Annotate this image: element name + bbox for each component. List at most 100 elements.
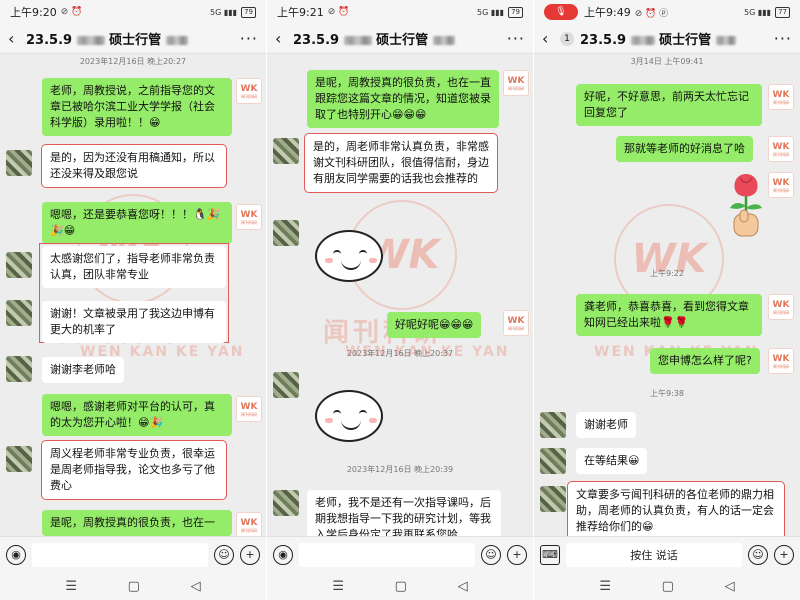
message-received[interactable]: 是的，周老师非常认真负责，非常感谢文刊科研团队，很值得信耐，身边有朋友同学需要的…	[304, 133, 498, 193]
message-sent[interactable]: 是呢，周教授真的很负责，也在一	[42, 510, 232, 536]
emoji-icon[interactable]: ☺	[748, 544, 768, 565]
back-arrow-icon[interactable]: ‹	[8, 29, 26, 48]
smiley-sticker[interactable]	[315, 390, 383, 442]
hold-to-talk-button[interactable]: 按住 说话	[566, 542, 742, 567]
message-input[interactable]	[299, 542, 475, 567]
chat-title: 23.5.9 硕士行管	[580, 29, 736, 48]
message-received[interactable]: 谢谢！文章被录用了我这边申博有更大的机率了	[42, 301, 226, 343]
message-sent[interactable]: 嗯嗯，还是要恭喜您呀！！！🐧🎉🎉😁	[42, 202, 232, 244]
message-sent[interactable]: 好呢，不好意思，前两天太忙忘记回复您了	[576, 84, 762, 126]
system-nav-bar: ☰ ▢ ◁	[534, 572, 800, 600]
timestamp: 上午9:22	[650, 269, 684, 278]
menu-icon[interactable]: ☰	[332, 579, 344, 594]
avatar-brand: WK 闻刊科研	[236, 204, 262, 230]
message-received[interactable]: 周义程老师非常专业负责，很幸运是周老师指导我，论文也多亏了他费心	[41, 440, 227, 500]
battery-icon: 79	[241, 6, 256, 18]
chat-header: ‹ 1 23.5.9 硕士行管 ···	[534, 24, 800, 54]
title-suffix: 硕士行管	[376, 33, 429, 48]
message-received[interactable]: 文章要多亏闻刊科研的各位老师的鼎力相助，周老师的认真负责，有人的话一定会推荐给你…	[567, 481, 785, 536]
message-received[interactable]: 谢谢老师	[576, 412, 636, 438]
message-sent[interactable]: 是呢，周教授真的很负责，也在一直跟踪您这篇文章的情况，知道您被录取了也特别开心😁…	[307, 70, 499, 128]
rose-sticker[interactable]	[718, 168, 774, 248]
chat-area[interactable]: WK 闻刊科研 WEN KAN KE YAN 是呢，周教授真的很负责，也在一直跟…	[267, 54, 533, 536]
back-icon[interactable]: ◁	[725, 579, 735, 594]
back-arrow-icon[interactable]: ‹	[275, 29, 293, 48]
redacted-blur	[76, 36, 105, 45]
chat-title: 23.5.9 硕士行管	[26, 29, 188, 48]
voice-icon[interactable]: ◉	[6, 544, 26, 565]
message-sent[interactable]: 老师，周教授说，之前指导您的文章已被哈尔滨工业大学学报（社会科学版）录用啦！！😁	[42, 78, 232, 136]
home-icon[interactable]: ▢	[662, 579, 674, 594]
message-sent[interactable]: 嗯嗯，感谢老师对平台的认可，真的太为您开心啦！😁🎉	[42, 394, 232, 436]
chat-header: ‹ 23.5.9 硕士行管 ···	[0, 24, 266, 54]
title-suffix: 硕士行管	[659, 33, 712, 48]
avatar-brand: WK 闻刊科研	[768, 136, 794, 162]
chat-area[interactable]: WK WEN KAN KE YAN 3月14日 上午09:41 好呢，不好意思，…	[534, 54, 800, 536]
timestamp: 2023年12月16日 晚上20:27	[79, 57, 187, 66]
input-bar: ◉ ☺ +	[267, 536, 533, 572]
message-sent[interactable]: 那就等老师的好消息了哈	[616, 136, 753, 162]
message-sent[interactable]: 好呢好呢😁😁😁	[387, 312, 482, 338]
avatar-brand: WK 闻刊科研	[236, 78, 262, 104]
voice-icon[interactable]: ◉	[273, 544, 293, 565]
emoji-icon[interactable]: ☺	[481, 544, 501, 565]
menu-icon[interactable]: ☰	[65, 579, 77, 594]
timestamp: 2023年12月16日 晚上20:37	[346, 349, 454, 358]
avatar-brand: WK 闻刊科研	[768, 172, 794, 198]
signal-icon: 5G ▮▮▮	[477, 7, 505, 17]
status-time: 上午9:20	[10, 6, 57, 19]
phone-screen-3: 🎙 上午9:49 ⊘ ⏰ ⓟ 5G ▮▮▮ 77 ‹ 1 23.5.9 硕士行管 …	[534, 0, 800, 600]
more-options-icon[interactable]: ···	[507, 29, 525, 48]
message-received[interactable]: 老师，我不是还有一次指导课吗，后期我想指导一下我的研究计划，等我入学后身份定了我…	[307, 490, 501, 536]
redacted-blur	[715, 36, 736, 45]
message-received[interactable]: 是的，因为还没有用稿通知，所以还没来得及跟您说	[41, 144, 227, 188]
more-options-icon[interactable]: ···	[774, 29, 792, 48]
home-icon[interactable]: ▢	[395, 579, 407, 594]
chat-title: 23.5.9 硕士行管	[293, 29, 455, 48]
battery-icon: 77	[775, 6, 790, 18]
keyboard-icon[interactable]: ⌨	[540, 544, 560, 565]
microphone-recording-icon[interactable]: 🎙	[544, 4, 578, 20]
avatar-brand: WK 闻刊科研	[768, 294, 794, 320]
avatar-user	[540, 448, 566, 474]
avatar-brand: WK 闻刊科研	[503, 70, 529, 96]
status-bar: 上午9:20 ⊘ ⏰ 5G ▮▮▮ 79	[0, 0, 266, 24]
status-icons: ⊘ ⏰	[60, 7, 83, 17]
screenshot-collage: 上午9:20 ⊘ ⏰ 5G ▮▮▮79 ‹ 23.5.9 硕士行管 ··· WK…	[0, 0, 800, 600]
status-bar: 🎙 上午9:49 ⊘ ⏰ ⓟ 5G ▮▮▮ 77	[534, 0, 800, 24]
emoji-icon[interactable]: ☺	[214, 544, 234, 565]
smiley-sticker[interactable]	[315, 230, 383, 282]
back-icon[interactable]: ◁	[458, 579, 468, 594]
menu-icon[interactable]: ☰	[599, 579, 611, 594]
avatar-user	[540, 412, 566, 438]
title-prefix: 23.5.9	[580, 33, 627, 48]
message-received[interactable]: 在等结果😀	[576, 448, 648, 474]
message-sent[interactable]: 龚老师，恭喜恭喜，看到您得文章知网已经出来啦🌹🌹	[576, 294, 762, 336]
back-arrow-icon[interactable]: ‹	[542, 29, 560, 48]
home-icon[interactable]: ▢	[128, 579, 140, 594]
redacted-blur	[630, 36, 655, 45]
more-options-icon[interactable]: ···	[240, 29, 258, 48]
message-received[interactable]: 谢谢李老师哈	[42, 357, 124, 383]
chat-area[interactable]: WK 闻刊科研 WEN KAN KE YAN 2023年12月16日 晚上20:…	[0, 54, 266, 536]
battery-icon: 79	[508, 6, 523, 18]
plus-icon[interactable]: +	[774, 544, 794, 565]
message-sent[interactable]: 您申博怎么样了呢?	[650, 348, 760, 374]
message-received[interactable]: 太感谢您们了，指导老师非常负责认真，团队非常专业	[42, 246, 226, 288]
timestamp: 3月14日 上午09:41	[630, 57, 704, 66]
plus-icon[interactable]: +	[507, 544, 527, 565]
system-nav-bar: ☰ ▢ ◁	[0, 572, 266, 600]
back-icon[interactable]: ◁	[191, 579, 201, 594]
message-input[interactable]	[32, 542, 208, 567]
avatar-user	[273, 138, 299, 164]
title-suffix: 硕士行管	[109, 33, 162, 48]
avatar-user	[273, 372, 299, 398]
avatar-user	[6, 446, 32, 472]
plus-icon[interactable]: +	[240, 544, 260, 565]
phone-screen-2: 上午9:21 ⊘ ⏰ 5G ▮▮▮ 79 ‹ 23.5.9 硕士行管 ··· WK…	[267, 0, 533, 600]
avatar-user	[6, 252, 32, 278]
status-bar: 上午9:21 ⊘ ⏰ 5G ▮▮▮ 79	[267, 0, 533, 24]
avatar-user	[6, 300, 32, 326]
title-prefix: 23.5.9	[293, 33, 340, 48]
input-bar: ⌨ 按住 说话 ☺ +	[534, 536, 800, 572]
